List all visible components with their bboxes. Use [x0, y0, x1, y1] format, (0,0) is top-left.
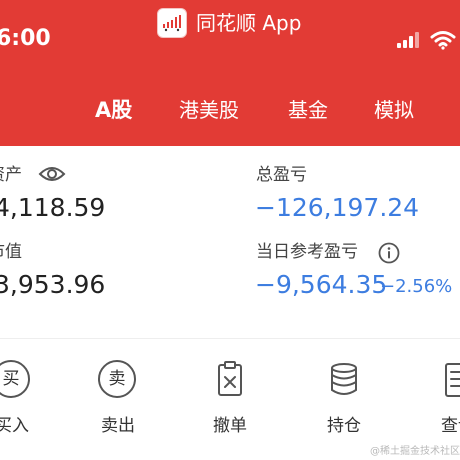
- sell-button[interactable]: 卖 卖出: [78, 360, 158, 450]
- cancel-order-label: 撤单: [213, 416, 247, 436]
- market-value-label: 市值: [0, 242, 22, 262]
- app-title: 同花顺 App: [196, 11, 302, 35]
- query-icon: [445, 363, 460, 397]
- tab-funds[interactable]: 基金: [288, 90, 328, 130]
- sell-label: 卖出: [101, 416, 135, 436]
- holdings-icon: [331, 363, 357, 395]
- holdings-label: 持仓: [327, 416, 361, 436]
- cancel-order-icon: [218, 361, 242, 396]
- section-divider: [0, 338, 460, 339]
- watermark: @稀土掘金技术社区: [370, 446, 460, 457]
- daily-pl-percent: −2.56%: [380, 276, 453, 297]
- tab-simulated[interactable]: 模拟: [374, 90, 414, 130]
- status-time: 6:00: [0, 26, 51, 51]
- query-button[interactable]: 查询: [418, 360, 460, 450]
- total-assets-value: 4,118.59: [0, 193, 106, 222]
- holdings-button[interactable]: 持仓: [304, 360, 384, 450]
- total-pl-label: 总盈亏: [256, 165, 307, 185]
- query-label: 查询: [441, 416, 460, 436]
- signal-icon: [397, 32, 419, 48]
- cancel-order-button[interactable]: 撤单: [190, 360, 270, 450]
- market-tabs: A股 港美股 基金 模拟: [0, 90, 460, 130]
- tab-hk-us-stocks[interactable]: 港美股: [179, 90, 239, 130]
- info-icon[interactable]: [378, 242, 400, 264]
- app-logo-icon: [157, 8, 187, 38]
- header-bar: 同花顺 App 6:00 A股 港美股 基金 模拟: [0, 0, 460, 146]
- daily-pl-value: −9,564.35: [255, 270, 388, 299]
- market-value-value: 3,953.96: [0, 270, 106, 299]
- total-pl-value: −126,197.24: [255, 193, 420, 222]
- sell-icon: 卖: [98, 360, 136, 398]
- buy-label: 买入: [0, 416, 29, 436]
- wifi-icon: [430, 31, 456, 50]
- eye-icon[interactable]: [38, 164, 66, 184]
- daily-pl-label: 当日参考盈亏: [256, 242, 358, 262]
- buy-icon: 买: [0, 360, 30, 398]
- total-assets-label: 资产: [0, 165, 22, 185]
- buy-button[interactable]: 买 买入: [0, 360, 52, 450]
- tab-a-shares[interactable]: A股: [95, 90, 132, 130]
